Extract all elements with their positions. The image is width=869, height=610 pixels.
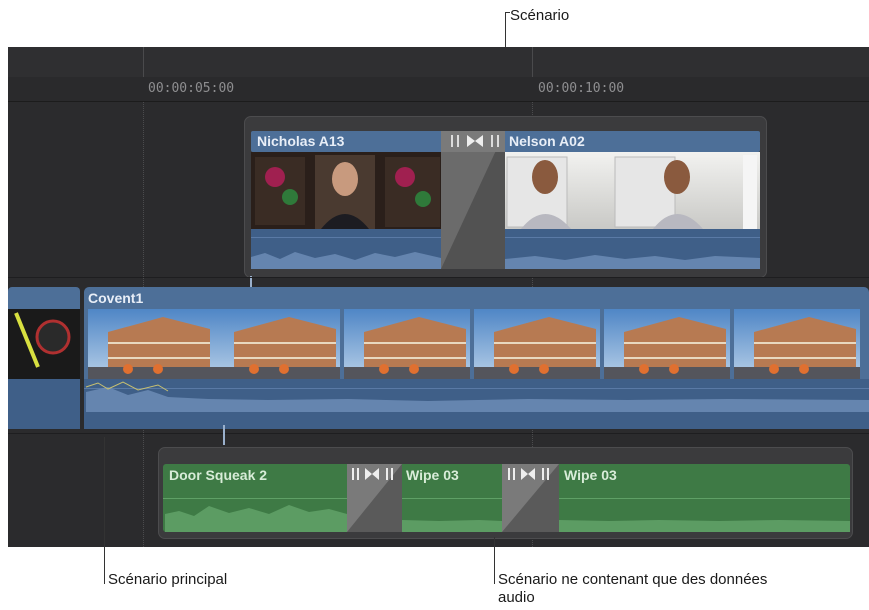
timeline[interactable]: 00:00:05:00 00:00:10:00 Nicholas A13 Nel…: [8, 47, 869, 547]
ruler-tick: [532, 47, 533, 77]
clip-name-covent1[interactable]: Covent1: [88, 290, 143, 306]
callout-primary-storyline: Scénario principal: [108, 571, 228, 588]
primary-storyline-graphic: [8, 287, 869, 429]
audio-only-storyline[interactable]: Door Squeak 2 Wipe 03 Wipe 03: [158, 447, 853, 539]
clip-name-nicholas-a13[interactable]: Nicholas A13: [257, 133, 344, 149]
timecode-label: 00:00:10:00: [538, 81, 625, 96]
clip-name-door-squeak-2[interactable]: Door Squeak 2: [169, 467, 267, 483]
callout-audio-storyline-line1: Scénario ne contenant que des données: [498, 571, 768, 588]
primary-storyline[interactable]: Covent1: [8, 287, 869, 429]
connected-storyline[interactable]: Nicholas A13 Nelson A02: [244, 116, 767, 278]
track-separator: [8, 277, 869, 278]
clip-name-wipe-03[interactable]: Wipe 03: [564, 467, 617, 483]
clip-name-nelson-a02[interactable]: Nelson A02: [509, 133, 585, 149]
timeline-ruler[interactable]: [8, 47, 869, 78]
transition-icon[interactable]: [502, 464, 559, 532]
track-separator: [8, 433, 869, 434]
transition-icon[interactable]: [347, 464, 402, 532]
ruler-band: 00:00:05:00 00:00:10:00: [8, 77, 869, 102]
callout-line-primary-storyline: [104, 437, 105, 584]
timecode-label: 00:00:05:00: [148, 81, 235, 96]
ruler-tick: [143, 47, 144, 77]
clip-name-wipe-03[interactable]: Wipe 03: [406, 467, 459, 483]
callout-line-audio-storyline: [494, 537, 495, 584]
callout-audio-storyline-line2: audio: [498, 589, 535, 606]
audio-storyline-connector: [223, 425, 225, 445]
callout-storyline: Scénario: [510, 7, 570, 24]
